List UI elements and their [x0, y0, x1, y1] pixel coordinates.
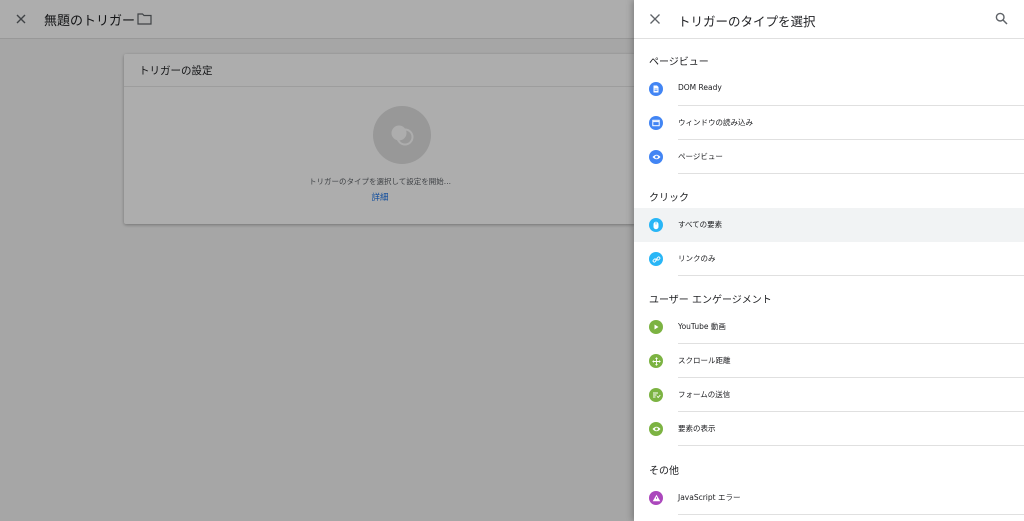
warning-icon	[649, 491, 663, 505]
item-label: ウィンドウの読み込み	[678, 118, 753, 127]
divider	[678, 173, 1024, 174]
form-submit-icon	[649, 388, 663, 402]
trigger-type-panel: トリガーのタイプを選択 ページビュー DOM Ready ウィンドウの読み込み …	[634, 0, 1024, 521]
section-heading-other: その他	[649, 466, 679, 477]
trigger-type-javascript-error[interactable]: JavaScript エラー	[634, 481, 1024, 515]
trigger-type-youtube-video[interactable]: YouTube 動画	[634, 310, 1024, 344]
divider	[678, 445, 1024, 446]
item-label: JavaScript エラー	[678, 493, 741, 502]
link-icon	[649, 252, 663, 266]
item-label: フォームの送信	[678, 390, 731, 399]
close-icon[interactable]	[649, 13, 661, 25]
play-icon	[649, 320, 663, 334]
trigger-type-dom-ready[interactable]: DOM Ready	[634, 72, 1024, 106]
section-heading-pageview: ページビュー	[649, 57, 709, 68]
panel-header: トリガーのタイプを選択	[634, 0, 1024, 39]
eye-icon	[649, 150, 663, 164]
item-label: スクロール距離	[678, 356, 731, 365]
move-icon	[649, 354, 663, 368]
search-icon[interactable]	[995, 12, 1008, 25]
document-icon	[649, 82, 663, 96]
panel-title: トリガーのタイプを選択	[678, 14, 816, 29]
section-heading-engagement: ユーザー エンゲージメント	[649, 295, 772, 306]
divider	[678, 275, 1024, 276]
item-label: すべての要素	[678, 220, 723, 229]
window-icon	[649, 116, 663, 130]
item-label: リンクのみ	[678, 254, 716, 263]
trigger-type-just-links[interactable]: リンクのみ	[634, 242, 1024, 276]
trigger-type-page-view[interactable]: ページビュー	[634, 140, 1024, 174]
divider	[678, 514, 1024, 515]
section-heading-click: クリック	[649, 193, 689, 204]
item-label: DOM Ready	[678, 83, 722, 92]
item-label: YouTube 動画	[678, 322, 726, 331]
trigger-type-element-visibility[interactable]: 要素の表示	[634, 412, 1024, 446]
mouse-icon	[649, 218, 663, 232]
trigger-type-scroll-depth[interactable]: スクロール距離	[634, 344, 1024, 378]
trigger-type-form-submission[interactable]: フォームの送信	[634, 378, 1024, 412]
item-label: 要素の表示	[678, 424, 716, 433]
trigger-type-all-elements[interactable]: すべての要素	[634, 208, 1024, 242]
item-label: ページビュー	[678, 152, 723, 161]
eye-icon	[649, 422, 663, 436]
trigger-type-window-loaded[interactable]: ウィンドウの読み込み	[634, 106, 1024, 140]
